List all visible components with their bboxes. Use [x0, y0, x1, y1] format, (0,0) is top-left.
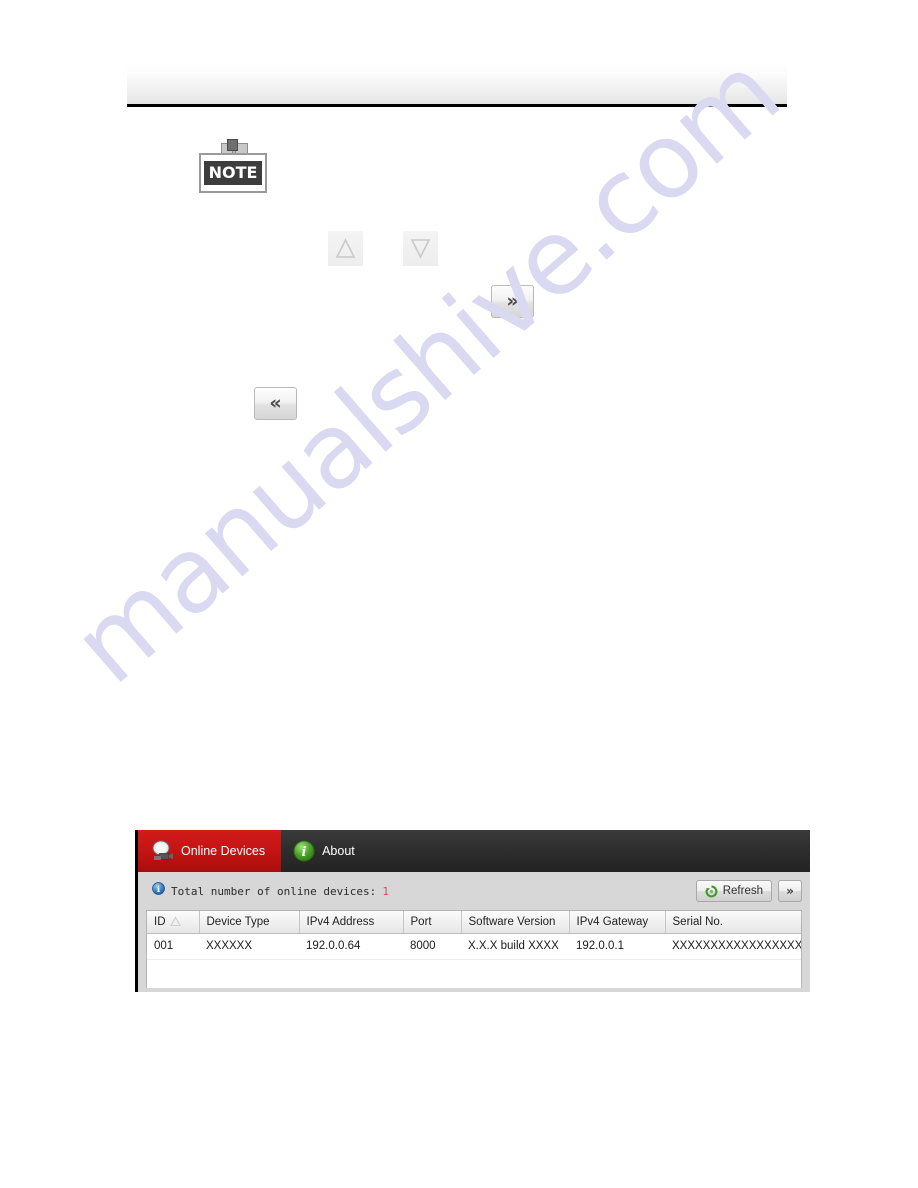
note-label: NOTE — [204, 161, 262, 185]
pin-head — [227, 139, 238, 151]
column-header-device-type[interactable]: Device Type — [199, 911, 300, 934]
cell-id: 001 — [147, 933, 199, 960]
sort-down-button[interactable] — [403, 231, 438, 266]
table-header-row: ID Device Type IPv4 Address Port Softwar… — [147, 911, 801, 934]
cell-port: 8000 — [403, 933, 461, 960]
cell-serial-no: XXXXXXXXXXXXXXXXXX — [665, 933, 801, 960]
triangle-down-icon — [410, 239, 431, 259]
online-devices-table: ID Device Type IPv4 Address Port Softwar… — [147, 911, 801, 960]
column-header-serial-no[interactable]: Serial No. — [665, 911, 801, 934]
status-label: Total number of online devices: — [171, 884, 377, 898]
toolbar-expand-button[interactable]: » — [778, 880, 802, 902]
expand-right-button[interactable]: » — [491, 285, 534, 318]
column-header-ipv4-address[interactable]: IPv4 Address — [299, 911, 404, 934]
sort-up-button[interactable] — [328, 231, 363, 266]
column-header-id[interactable]: ID — [147, 911, 200, 934]
svg-text:i: i — [302, 845, 307, 860]
info-icon-small: i — [152, 882, 165, 900]
watermark-text: manualshive.com — [49, 31, 802, 708]
refresh-icon — [705, 885, 718, 898]
triangle-up-icon — [335, 238, 356, 258]
info-icon: i — [293, 840, 315, 862]
online-devices-status: i Total number of online devices: 1 — [152, 882, 389, 900]
collapse-left-button[interactable]: « — [254, 387, 297, 420]
column-header-id-label: ID — [154, 915, 166, 928]
tab-online-devices[interactable]: Online Devices — [138, 830, 282, 872]
cell-ipv4-gateway: 192.0.0.1 — [569, 933, 665, 960]
tab-strip: Online Devices i About — [138, 830, 810, 872]
tab-online-devices-label: Online Devices — [181, 844, 266, 858]
devices-toolbar: i Total number of online devices: 1 Refr… — [138, 872, 810, 910]
column-header-ipv4-gateway[interactable]: IPv4 Gateway — [569, 911, 666, 934]
column-header-port[interactable]: Port — [403, 911, 462, 934]
tab-about-label: About — [322, 844, 355, 858]
sort-ascending-icon — [169, 916, 181, 927]
column-header-software-version[interactable]: Software Version — [461, 911, 570, 934]
cell-software-version: X.X.X build XXXX — [461, 933, 569, 960]
sadp-application-window: Online Devices i About i Total number of… — [135, 830, 810, 992]
online-devices-icon — [150, 840, 174, 862]
page-watermark: manualshive.com — [50, 32, 850, 820]
cell-ipv4-address: 192.0.0.64 — [299, 933, 403, 960]
online-devices-table-container[interactable]: ID Device Type IPv4 Address Port Softwar… — [146, 910, 802, 988]
table-row[interactable]: 001 XXXXXX 192.0.0.64 8000 X.X.X build X… — [147, 933, 801, 960]
page-running-header — [127, 62, 787, 104]
header-divider-rule — [127, 104, 787, 107]
refresh-button[interactable]: Refresh — [695, 880, 772, 902]
refresh-button-label: Refresh — [722, 885, 763, 897]
tab-about[interactable]: i About — [281, 830, 371, 872]
cell-device-type: XXXXXX — [199, 933, 299, 960]
status-count: 1 — [382, 884, 389, 898]
note-icon: NOTE — [199, 139, 269, 193]
